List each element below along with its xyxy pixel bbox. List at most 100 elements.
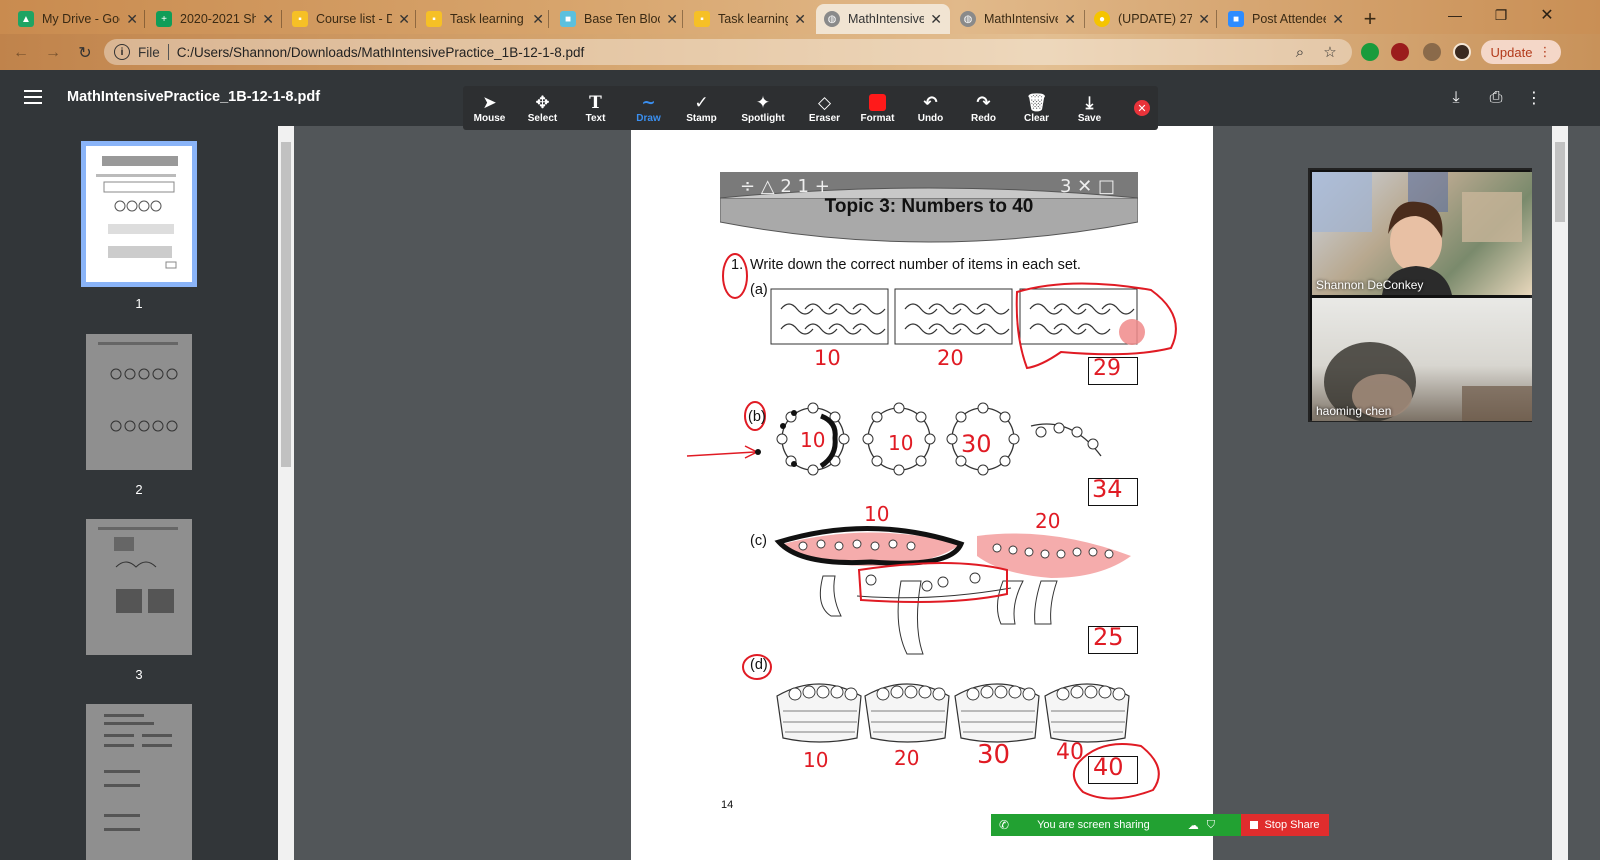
tool-label: Draw (636, 112, 661, 124)
tool-select[interactable]: ✥ Select (516, 86, 569, 130)
tool-mouse[interactable]: ➤ Mouse (463, 86, 516, 130)
window-close-icon[interactable]: ✕ (1524, 0, 1570, 30)
sidebar-scrollbar[interactable] (278, 126, 294, 860)
new-tab-button[interactable]: + (1357, 6, 1383, 32)
zoom-magnifier-icon[interactable]: ⌕ (1290, 42, 1310, 62)
phone-icon: ✆ (999, 818, 1010, 832)
tool-label: Eraser (808, 112, 841, 124)
sharing-status: You are screen sharing (1037, 819, 1150, 831)
checkmark-icon: ✓ (694, 92, 709, 112)
handwritten-tally: 10 (888, 431, 914, 455)
participant-name: Shannon DeConkey (1316, 278, 1424, 292)
tab-mathintensive[interactable]: ◍ MathIntensive ✕ (952, 4, 1084, 34)
tool-undo[interactable]: ↶ Undo (904, 86, 957, 130)
address-bar[interactable]: i File C:/Users/Shannon/Downloads/MathIn… (104, 39, 1352, 65)
close-icon[interactable]: ✕ (930, 11, 942, 28)
close-icon[interactable]: ✕ (262, 11, 274, 28)
handwritten-tally: 10 (803, 748, 829, 772)
bookmark-star-icon[interactable]: ☆ (1320, 42, 1340, 62)
tool-format[interactable]: Format (851, 86, 904, 130)
handwritten-tally: 30 (961, 430, 992, 458)
back-icon[interactable]: ← (10, 42, 32, 64)
color-swatch-icon (869, 93, 886, 113)
tool-label: Mouse (473, 112, 506, 124)
close-icon[interactable]: ✕ (532, 11, 544, 28)
tab-label: Task learning (450, 12, 524, 26)
print-icon[interactable]: ⎙ (1484, 86, 1508, 110)
participant-name: haoming chen (1316, 404, 1392, 418)
info-icon[interactable]: i (114, 44, 130, 60)
main-scrollbar[interactable] (1552, 126, 1568, 860)
participant-video-2[interactable]: haoming chen (1312, 298, 1532, 421)
tab-sheet[interactable]: + 2020-2021 Sheet ✕ (148, 4, 282, 34)
tab-label: Base Ten Blocks (584, 12, 660, 26)
download-icon[interactable]: ⤓ (1444, 86, 1468, 110)
ublock-icon[interactable] (1391, 43, 1409, 61)
close-icon[interactable]: ✕ (1064, 11, 1076, 28)
avatar[interactable] (1453, 43, 1471, 61)
tool-label: Clear (1023, 112, 1049, 124)
close-icon[interactable]: ✕ (1332, 11, 1344, 28)
tab-post-attendee[interactable]: ■ Post Attendee ✕ (1220, 4, 1352, 34)
handwritten-answer-a: 29 (1093, 356, 1121, 381)
handwritten-tally: 10 (814, 346, 841, 370)
tab-task-learning[interactable]: ▪ Task learning ✕ (418, 4, 552, 34)
handwritten-tally: 20 (1035, 509, 1061, 533)
close-annotation-icon[interactable]: ✕ (1134, 100, 1150, 116)
tool-text[interactable]: T Text (569, 86, 622, 130)
tab-course-list[interactable]: ▪ Course list - Docs ✕ (284, 4, 418, 34)
trash-icon: 🗑 (1025, 92, 1048, 112)
puzzle-extension-icon[interactable] (1423, 43, 1441, 61)
close-icon[interactable]: ✕ (666, 11, 678, 28)
thumbnail-sidebar: 1 2 3 (0, 126, 278, 860)
save-icon: ⤓ (1085, 92, 1094, 112)
update-button[interactable]: Update ⋮ (1481, 40, 1561, 64)
tool-label: Select (527, 112, 558, 124)
restore-icon[interactable]: ❐ (1478, 0, 1524, 30)
handwritten-tally: 30 (977, 740, 1011, 770)
participant-video-1[interactable]: Shannon DeConkey (1312, 172, 1532, 295)
handwritten-tally: 10 (800, 428, 826, 452)
tool-save[interactable]: ⤓ Save (1063, 86, 1116, 130)
redo-icon: ↷ (976, 92, 991, 112)
reload-icon[interactable]: ↻ (74, 42, 96, 64)
draw-icon: ∼ (641, 92, 656, 112)
tool-label: Redo (971, 112, 996, 124)
tab-mathintensive-active[interactable]: ◍ MathIntensive ✕ (816, 4, 950, 34)
annotation-toolbar: ➤ Mouse ✥ Select T Text ∼ Draw ✓ Stamp ✦ Spotl… (463, 86, 1158, 130)
handwritten-tally: 40 (1056, 740, 1084, 765)
thumbnail-page-3[interactable] (86, 519, 192, 655)
tool-draw[interactable]: ∼ Draw (622, 86, 675, 130)
tool-spotlight[interactable]: ✦ Spotlight (728, 86, 798, 130)
menu-icon[interactable] (24, 90, 42, 104)
tool-redo[interactable]: ↷ Redo (957, 86, 1010, 130)
close-icon[interactable]: ✕ (398, 11, 410, 28)
close-icon[interactable]: ✕ (126, 11, 138, 28)
tool-clear[interactable]: 🗑 Clear (1010, 86, 1063, 130)
part-label-d: (d) (750, 657, 768, 673)
tab-task-learning-2[interactable]: ▪ Task learning ✕ (686, 4, 814, 34)
classroom-icon: ▪ (694, 11, 710, 27)
eraser-icon: ◇ (817, 92, 832, 112)
handwritten-answer-d: 40 (1093, 753, 1124, 781)
extension-green-icon[interactable] (1361, 43, 1379, 61)
forward-icon[interactable]: → (42, 42, 64, 64)
tab-base-ten-blocks[interactable]: ■ Base Ten Blocks ✕ (552, 4, 686, 34)
tab-my-drive[interactable]: ▲ My Drive - Google Drive ✕ (10, 4, 146, 34)
tab-label: Course list - Docs (316, 12, 393, 26)
more-options-icon[interactable]: ⋮ (1522, 86, 1546, 110)
stop-share-button[interactable]: Stop Share (1241, 814, 1329, 836)
close-icon[interactable]: ✕ (794, 11, 806, 28)
thumbnail-page-1[interactable] (81, 141, 197, 287)
minimize-icon[interactable]: — (1432, 0, 1478, 30)
globe-icon: ◍ (960, 11, 976, 27)
tool-stamp[interactable]: ✓ Stamp (675, 86, 728, 130)
classroom-icon: ▪ (426, 11, 442, 27)
tool-label: Spotlight (741, 112, 785, 124)
screen-sharing-bar: ✆ You are screen sharing ☁ ⛉ (991, 814, 1241, 836)
tab-update[interactable]: ● (UPDATE) 27 ✕ (1086, 4, 1218, 34)
close-icon[interactable]: ✕ (1198, 11, 1210, 28)
tool-eraser[interactable]: ◇ Eraser (798, 86, 851, 130)
thumbnail-page-2[interactable] (86, 334, 192, 470)
thumbnail-page-4[interactable] (86, 704, 192, 860)
